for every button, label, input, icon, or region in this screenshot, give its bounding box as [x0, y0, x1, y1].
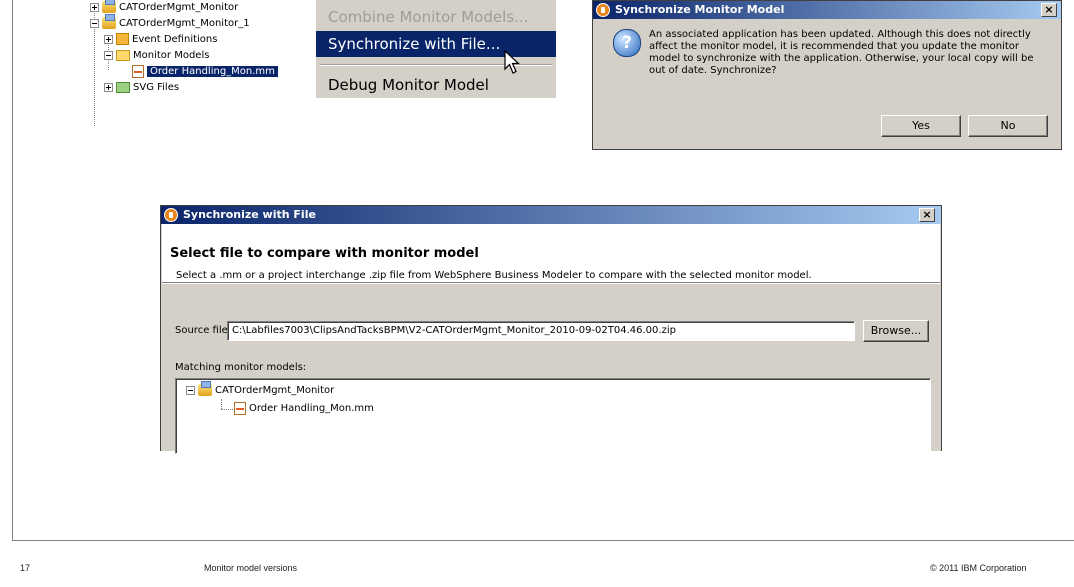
dialog-title: Synchronize with File [183, 208, 316, 221]
dialog-heading: Select file to compare with monitor mode… [170, 246, 479, 261]
dialog-description: Select a .mm or a project interchange .z… [176, 270, 812, 281]
monitor-model-file-icon [234, 401, 246, 415]
tree-guide-line [221, 399, 223, 409]
collapse-icon[interactable] [186, 385, 195, 395]
collapse-icon[interactable] [90, 18, 99, 28]
project-icon [102, 0, 116, 13]
tree-item-label: SVG Files [133, 82, 180, 93]
slide-frame-bottom [12, 540, 1074, 541]
project-icon [102, 14, 116, 29]
browse-button[interactable]: Browse... [863, 320, 929, 342]
monitor-models-folder-icon [116, 49, 130, 61]
tree-item-svg-files[interactable]: SVG Files [104, 80, 179, 96]
tree-item-label: CATOrderMgmt_Monitor [215, 385, 335, 396]
dialog-header-area: Select file to compare with monitor mode… [162, 224, 940, 282]
dialog-title-bar[interactable]: Synchronize Monitor Model × [593, 1, 1061, 19]
collapse-icon[interactable] [104, 50, 113, 60]
context-menu: Combine Monitor Models... Synchronize wi… [316, 0, 556, 98]
synchronize-monitor-model-dialog: Synchronize Monitor Model × ? An associa… [592, 0, 1062, 150]
synchronize-with-file-dialog: Synchronize with File × Select file to c… [160, 205, 942, 454]
tree-item-label: Monitor Models [133, 50, 210, 61]
app-icon [596, 3, 610, 17]
monitor-model-file-icon [132, 64, 144, 78]
svg-files-folder-icon [116, 81, 130, 93]
slide-footer-title: Monitor model versions [204, 563, 298, 573]
yes-button[interactable]: Yes [881, 115, 961, 137]
menu-item-combine-monitor-models[interactable]: Combine Monitor Models... [316, 4, 556, 30]
mouse-cursor-icon [504, 50, 521, 74]
tree-item-label: Order Handling_Mon.mm [147, 66, 278, 77]
dialog-title: Synchronize Monitor Model [615, 3, 785, 16]
dialog-message: An associated application has been updat… [649, 29, 1034, 76]
slide-copyright: © 2011 IBM Corporation [930, 563, 1027, 573]
dialog-title-bar[interactable]: Synchronize with File × [161, 206, 941, 224]
close-button[interactable]: × [919, 208, 935, 222]
tree-item-monitor-model-file[interactable]: Order Handling_Mon.mm [234, 401, 374, 417]
project-icon [198, 381, 212, 396]
close-button[interactable]: × [1041, 3, 1057, 17]
tree-item-monitor-models[interactable]: Monitor Models [104, 48, 209, 64]
no-button[interactable]: No [968, 115, 1048, 137]
tree-guide-line [221, 409, 233, 411]
expand-icon[interactable] [90, 2, 99, 12]
tree-item-monitor-model-file[interactable]: Order Handling_Mon.mm [132, 64, 278, 80]
tree-item-label: CATOrderMgmt_Monitor_1 [119, 18, 250, 29]
project-tree: CATOrderMgmt_Monitor CATOrderMgmt_Monito… [86, 0, 314, 132]
tree-item-event-definitions[interactable]: Event Definitions [104, 32, 217, 48]
app-icon [164, 208, 178, 222]
tree-item-label: CATOrderMgmt_Monitor [119, 2, 239, 13]
question-icon: ? [613, 29, 641, 57]
tree-item-label: Order Handling_Mon.mm [249, 403, 374, 414]
matching-models-tree[interactable]: CATOrderMgmt_Monitor Order Handling_Mon.… [175, 378, 931, 454]
source-file-label: Source file [175, 325, 228, 336]
source-file-input[interactable]: C:\Labfiles7003\ClipsAndTacksBPM\V2-CATO… [227, 321, 855, 341]
expand-icon[interactable] [104, 34, 113, 44]
slide-frame-left [12, 0, 13, 540]
slide-page-number: 17 [20, 563, 31, 573]
event-definitions-icon [116, 33, 129, 45]
header-separator [162, 282, 940, 284]
matching-models-label: Matching monitor models: [175, 362, 307, 373]
tree-item-project[interactable]: CATOrderMgmt_Monitor_1 [90, 14, 250, 32]
expand-icon[interactable] [104, 82, 113, 92]
tree-item-label: Event Definitions [132, 34, 218, 45]
tree-item-project[interactable]: CATOrderMgmt_Monitor [186, 381, 335, 399]
